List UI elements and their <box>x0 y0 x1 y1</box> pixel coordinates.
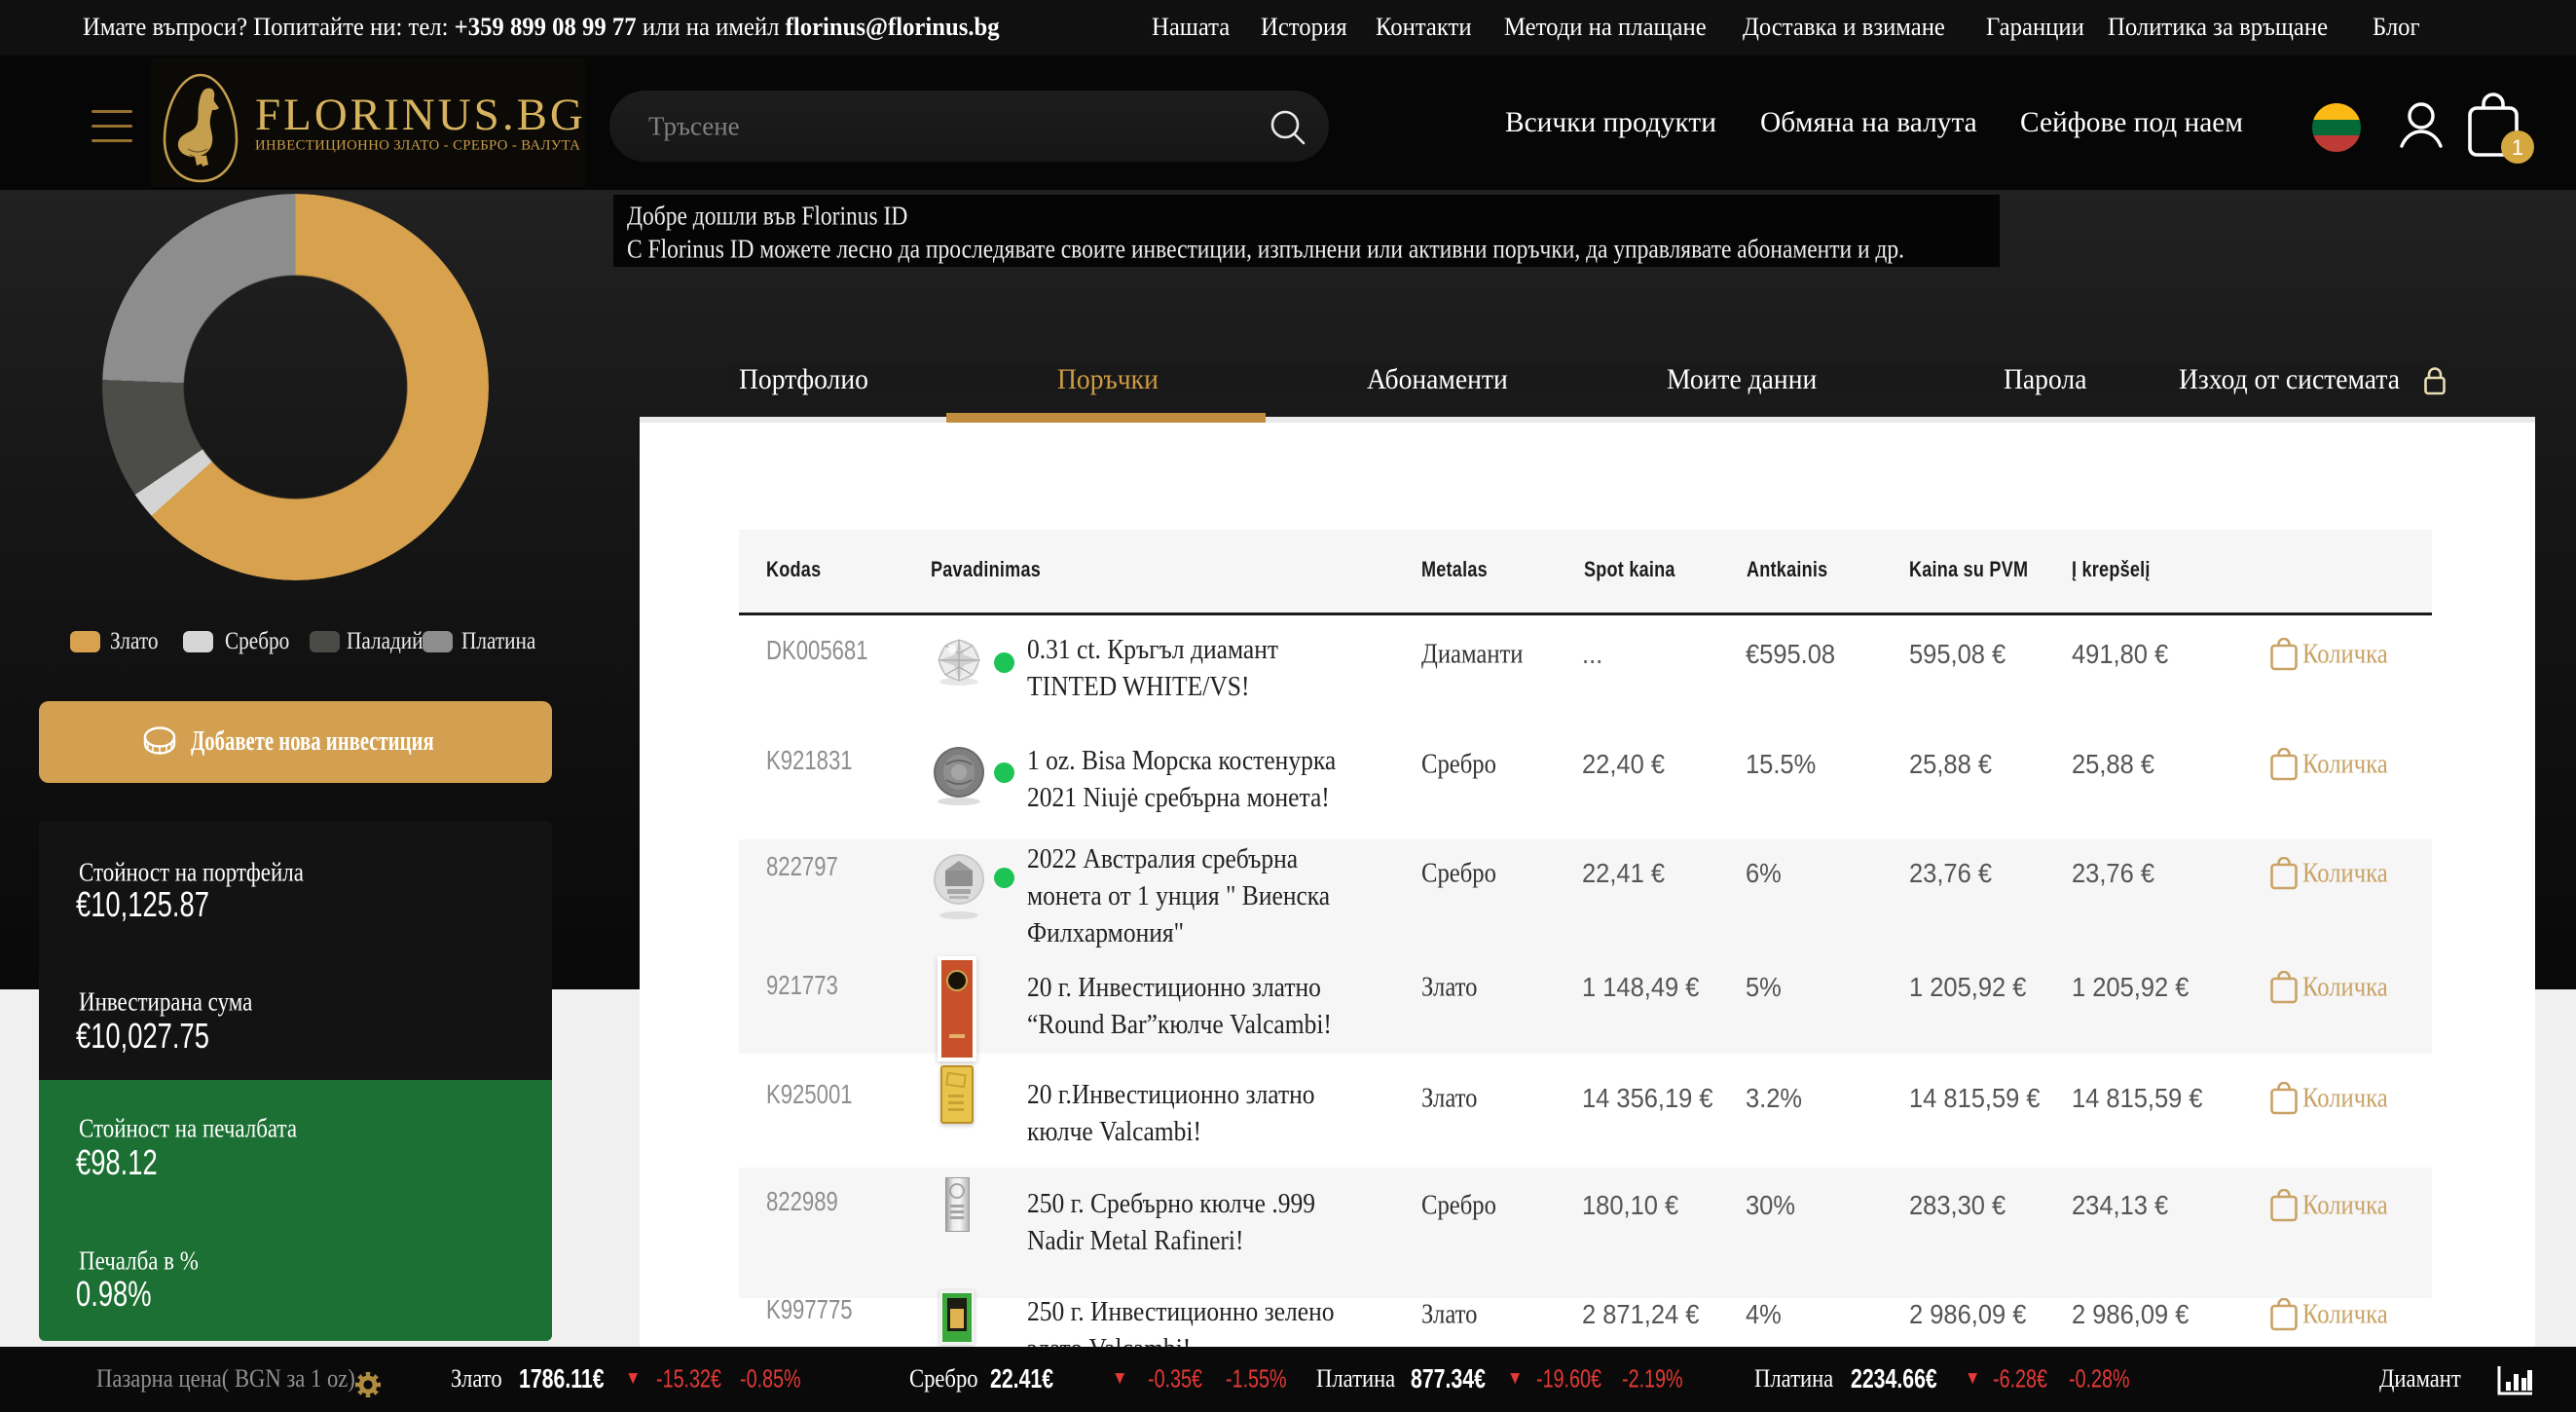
svg-text:1: 1 <box>2512 135 2523 160</box>
